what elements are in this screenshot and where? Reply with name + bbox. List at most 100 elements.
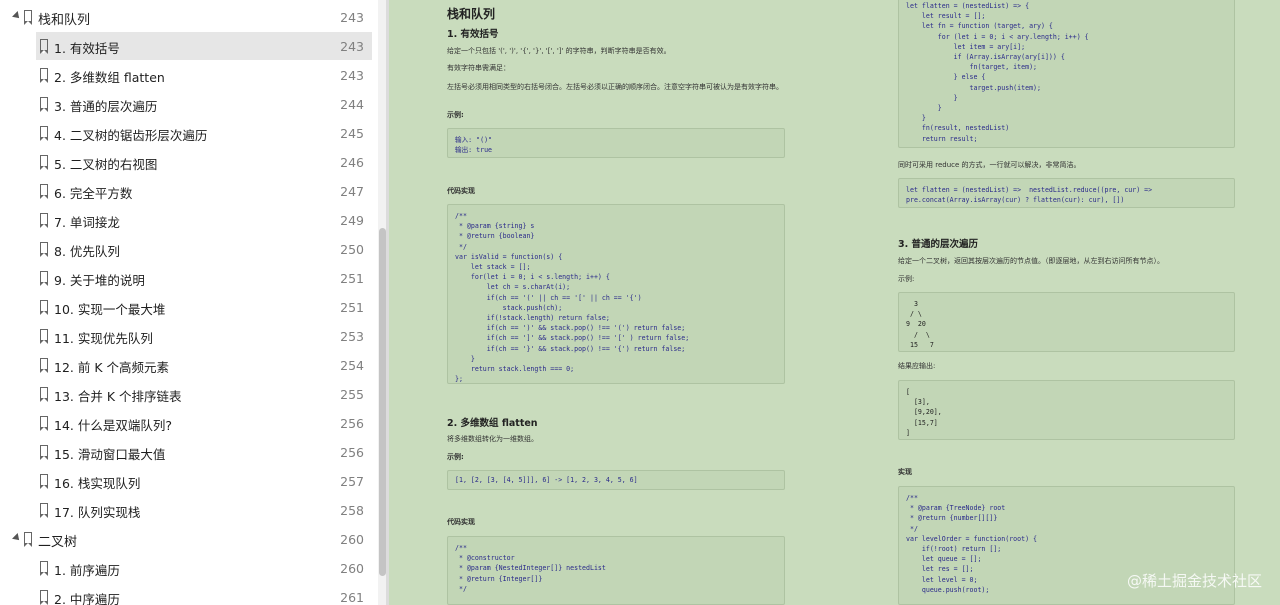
toc-page-number: 243 — [340, 10, 364, 25]
toc-item[interactable]: 9. 关于堆的说明 251 — [0, 263, 378, 292]
code-block-isvalid: /** * @param {string} s * @return {boole… — [447, 204, 785, 384]
toc-page-number: 249 — [340, 213, 364, 228]
toc-page-number: 260 — [340, 561, 364, 576]
toc-item[interactable]: 5. 二叉树的右视图 246 — [0, 147, 378, 176]
bookmark-icon — [39, 155, 48, 170]
example-label: 示例: — [447, 453, 464, 461]
code-block-flatten-reduce: let flatten = (nestedList) => nestedList… — [898, 178, 1235, 208]
toc-page-number: 247 — [340, 184, 364, 199]
toc-page-number: 243 — [340, 68, 364, 83]
toc-label: 2. 中序遍历 — [54, 592, 120, 605]
bookmark-icon — [39, 474, 48, 489]
toc-chapter[interactable]: 二叉树 260 — [0, 524, 378, 553]
chapter-title: 栈和队列 — [447, 7, 496, 21]
bookmark-icon — [39, 184, 48, 199]
toc-item[interactable]: 2. 多维数组 flatten 243 — [0, 60, 378, 89]
toc-item[interactable]: 12. 前 K 个高频元素 254 — [0, 350, 378, 379]
bookmark-icon — [39, 503, 48, 518]
watermark-text: @稀土掘金技术社区 — [1126, 572, 1262, 590]
toc-label: 16. 栈实现队列 — [54, 476, 141, 491]
paragraph: 给定一个只包括 '(', ')', '{', '}', '[', ']' 的字符… — [447, 47, 671, 55]
toc-item[interactable]: 16. 栈实现队列 257 — [0, 466, 378, 495]
toc-label: 13. 合并 K 个排序链表 — [54, 389, 182, 404]
toc-item[interactable]: 17. 队列实现栈 258 — [0, 495, 378, 524]
toc-label: 4. 二叉树的锯齿形层次遍历 — [54, 128, 208, 143]
toc-page-number: 250 — [340, 242, 364, 257]
toc-label: 17. 队列实现栈 — [54, 505, 141, 520]
toc-label: 9. 关于堆的说明 — [54, 273, 145, 288]
section-title-level-order: 3. 普通的层次遍历 — [898, 239, 979, 250]
toc-page-number: 255 — [340, 387, 364, 402]
toc-label: 15. 滑动窗口最大值 — [54, 447, 166, 462]
toc-item[interactable]: 14. 什么是双端队列? 256 — [0, 408, 378, 437]
toc-page-number: 251 — [340, 271, 364, 286]
paragraph: 给定一个二叉树，返回其按层次遍历的节点值。（即逐层地，从左到右访问所有节点）。 — [898, 257, 1164, 265]
bookmark-icon — [39, 590, 48, 605]
toc-page-number: 245 — [340, 126, 364, 141]
toc-label: 3. 普通的层次遍历 — [54, 99, 158, 114]
code-block-example: 输入: "()" 输出: true — [447, 128, 785, 158]
toc-item[interactable]: 11. 实现优先队列 253 — [0, 321, 378, 350]
toc-sidebar: 栈和队列 243 1. 有效括号 243 2. 多维数组 flatten 243 3. 普通… — [0, 0, 388, 605]
toc-item[interactable]: 6. 完全平方数 247 — [0, 176, 378, 205]
code-block-result: [ [3], [9,20], [15,7] ] — [898, 380, 1235, 440]
bookmark-icon — [39, 358, 48, 373]
toc-page-number: 258 — [340, 503, 364, 518]
toc-page-number: 243 — [340, 39, 364, 54]
paragraph: 左括号必须用相同类型的右括号闭合。左括号必须以正确的顺序闭合。注意空字符串可被认… — [447, 83, 783, 91]
bookmark-icon — [39, 242, 48, 257]
toc-page-number: 261 — [340, 590, 364, 605]
code-block-flatten-impl: let flatten = (nestedList) => { let resu… — [898, 0, 1235, 148]
toc-scrollbar-thumb[interactable] — [379, 228, 386, 576]
toc-label: 2. 多维数组 flatten — [54, 70, 165, 85]
toc-item[interactable]: 1. 前序遍历 260 — [0, 553, 378, 582]
toc-label: 栈和队列 — [38, 13, 91, 28]
document-view: 栈和队列 1. 有效括号 给定一个只包括 '(', ')', '{', '}',… — [389, 0, 1280, 605]
toc-label: 12. 前 K 个高频元素 — [54, 360, 169, 375]
toc-page-number: 253 — [340, 329, 364, 344]
toc-item[interactable]: 10. 实现一个最大堆 251 — [0, 292, 378, 321]
toc-label: 11. 实现优先队列 — [54, 331, 153, 346]
example-label: 示例: — [898, 275, 915, 283]
toc-item[interactable]: 3. 普通的层次遍历 244 — [0, 89, 378, 118]
bookmark-icon — [39, 271, 48, 286]
toc-chapter[interactable]: 栈和队列 243 — [0, 2, 378, 31]
toc-label: 14. 什么是双端队列? — [54, 418, 172, 433]
result-label: 结果应输出: — [898, 362, 936, 370]
bookmark-icon — [39, 68, 48, 83]
toc-item[interactable]: 7. 单词接龙 249 — [0, 205, 378, 234]
bookmark-icon — [39, 387, 48, 402]
expand-triangle-icon[interactable] — [12, 533, 22, 543]
toc-item[interactable]: 4. 二叉树的锯齿形层次遍历 245 — [0, 118, 378, 147]
toc-page-number: 260 — [340, 532, 364, 547]
toc-item[interactable]: 1. 有效括号 243 — [0, 31, 378, 60]
toc-item[interactable]: 13. 合并 K 个排序链表 255 — [0, 379, 378, 408]
toc-page-number: 251 — [340, 300, 364, 315]
bookmark-icon — [39, 300, 48, 315]
toc-label: 7. 单词接龙 — [54, 215, 120, 230]
toc-page-number: 244 — [340, 97, 364, 112]
code-block-flatten-doc: /** * @constructor * @param {NestedInteg… — [447, 536, 785, 605]
toc-page-number: 246 — [340, 155, 364, 170]
toc-item[interactable]: 15. 滑动窗口最大值 256 — [0, 437, 378, 466]
section-title-valid-parentheses: 1. 有效括号 — [447, 29, 499, 40]
bookmark-icon — [39, 416, 48, 431]
bookmark-icon — [23, 532, 32, 547]
toc-page-number: 254 — [340, 358, 364, 373]
bookmark-icon — [39, 97, 48, 112]
toc-label: 二叉树 — [38, 535, 78, 550]
impl-label: 代码实现 — [447, 518, 475, 526]
expand-triangle-icon[interactable] — [12, 11, 22, 21]
impl-label: 代码实现 — [447, 187, 475, 195]
paragraph: 将多维数组转化为一维数组。 — [447, 435, 538, 443]
toc-item[interactable]: 2. 中序遍历 261 — [0, 582, 378, 605]
toc-page-number: 256 — [340, 416, 364, 431]
bookmark-icon — [39, 39, 48, 54]
toc-item[interactable]: 8. 优先队列 250 — [0, 234, 378, 263]
toc-label: 10. 实现一个最大堆 — [54, 302, 166, 317]
toc-label: 5. 二叉树的右视图 — [54, 157, 158, 172]
toc-label: 1. 前序遍历 — [54, 563, 120, 578]
toc-label: 1. 有效括号 — [54, 41, 120, 56]
toc-label: 6. 完全平方数 — [54, 186, 133, 201]
code-block-flatten-example: [1, [2, [3, [4, 5]]], 6] -> [1, 2, 3, 4,… — [447, 470, 785, 490]
